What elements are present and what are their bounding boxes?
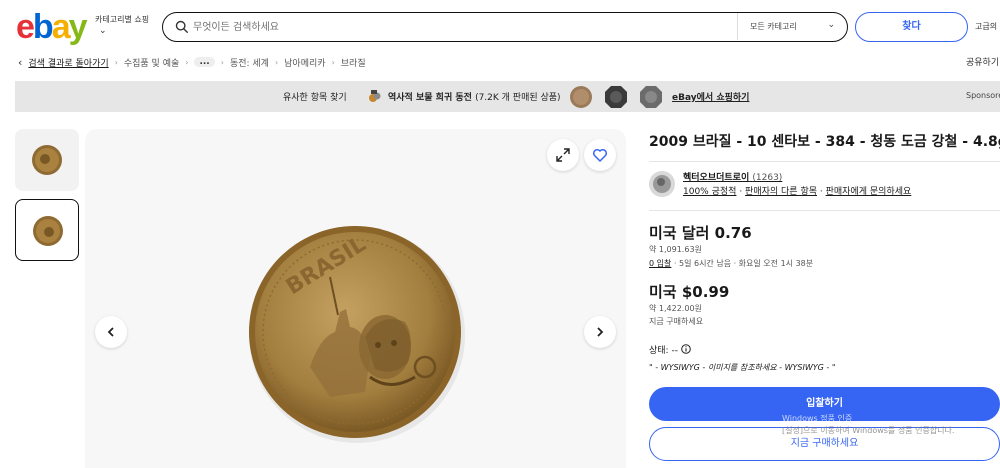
breadcrumb-item[interactable]: 브라질 xyxy=(341,56,366,69)
seller-other-items-link[interactable]: 판매자의 다른 항목 xyxy=(745,187,817,197)
info-icon[interactable] xyxy=(681,344,691,354)
chevron-down-icon: ⌄ xyxy=(99,26,107,36)
buy-now-label: 지금 구매하세요 xyxy=(649,317,704,326)
bid-count-link[interactable]: 0 입찰 xyxy=(649,259,671,268)
seller-name-link[interactable]: 헥터오브더트로이 (1263) xyxy=(683,170,782,183)
coin-image xyxy=(33,216,63,246)
condition-row: 상태: -- xyxy=(649,343,691,356)
breadcrumb-separator: › xyxy=(331,57,335,67)
expand-icon xyxy=(556,148,570,162)
category-select[interactable]: 모든 카테고리 ⌄ xyxy=(737,13,847,40)
sponsored-banner[interactable]: 유사한 항목 찾기 역사적 보물 희귀 동전 (7.2K 개 판매된 상품) e… xyxy=(15,81,1000,112)
sponsored-label: Sponsored xyxy=(966,91,1000,100)
breadcrumb-separator: › xyxy=(114,57,118,67)
ebay-logo[interactable]: ebay xyxy=(16,10,88,44)
condition-note: " - WYSIWYG - 이미지를 참조하세요 - WYSIWYG - " xyxy=(649,363,836,372)
coin-thumbnail[interactable] xyxy=(569,85,593,109)
breadcrumb-separator: › xyxy=(274,57,279,67)
find-similar-label: 유사한 항목 찾기 xyxy=(283,93,347,103)
breadcrumb-item[interactable]: 남아메리카 xyxy=(284,56,325,69)
current-bid-price: 미국 달러 0.76 xyxy=(649,224,752,242)
place-bid-button[interactable]: 입찰하기 xyxy=(649,387,1000,421)
seller-links: 100% 긍정적 · 판매자의 다른 항목 · 판매자에게 문의하세요 xyxy=(683,187,912,197)
category-shop-button[interactable]: 카테고리별 쇼핑 xyxy=(95,15,151,25)
contact-seller-link[interactable]: 판매자에게 문의하세요 xyxy=(826,187,912,197)
breadcrumb: ‹ 검색 결과로 돌아가기 › 수집품 및 예술 › ... › 동전: 세계 … xyxy=(18,54,366,70)
condition-value: -- xyxy=(671,346,678,356)
breadcrumb-item[interactable]: 동전: 세계 xyxy=(230,56,269,69)
coin-image xyxy=(32,145,62,175)
previous-image-button[interactable] xyxy=(95,316,127,348)
main-image-viewer[interactable]: BRASIL xyxy=(85,129,626,468)
listing-title: 2009 브라질 - 10 센타보 - 384 - 청동 도금 강철 - 4.8… xyxy=(649,134,1000,150)
breadcrumb-separator: › xyxy=(220,57,224,67)
bid-price-approx: 약 1,091.63원 xyxy=(649,245,702,254)
shop-on-ebay-link[interactable]: eBay에서 쇼핑하기 xyxy=(672,90,749,103)
coin-thumbnail[interactable] xyxy=(604,85,628,109)
condition-label: 상태: xyxy=(649,346,669,356)
chevron-left-icon[interactable]: ‹ xyxy=(18,56,22,69)
watch-button[interactable] xyxy=(584,139,616,171)
next-image-button[interactable] xyxy=(584,316,616,348)
search-input[interactable] xyxy=(193,16,733,38)
buy-it-now-button[interactable]: 지금 구매하세요 xyxy=(649,427,1000,461)
back-to-results-link[interactable]: 검색 결과로 돌아가기 xyxy=(28,56,108,69)
advanced-search-link[interactable]: 고급의 xyxy=(975,21,997,32)
heart-icon xyxy=(592,148,608,162)
gallery-thumbnail[interactable] xyxy=(15,129,79,191)
treasure-icon xyxy=(369,90,381,102)
buy-price-approx: 약 1,422.00원 xyxy=(649,304,702,313)
seller-avatar[interactable] xyxy=(649,171,675,197)
breadcrumb-separator: › xyxy=(185,57,189,67)
divider xyxy=(649,210,1000,211)
chevron-down-icon: ⌄ xyxy=(827,20,835,30)
coin-thumbnail[interactable] xyxy=(639,85,663,109)
header: ebay 카테고리별 쇼핑 ⌄ 모든 카테고리 ⌄ 찾다 고급의 xyxy=(0,0,1000,52)
divider xyxy=(649,161,1000,162)
seller-avatar-image xyxy=(649,171,675,197)
buy-now-price: 미국 $0.99 xyxy=(649,283,730,301)
share-link[interactable]: 공유하기 xyxy=(966,55,999,68)
bid-info: 0 입찰 · 5일 6시간 남음 · 화요일 오전 1시 38분 xyxy=(649,259,814,268)
gallery-thumbnail-selected[interactable] xyxy=(15,199,79,261)
search-button[interactable]: 찾다 xyxy=(855,12,968,42)
seller-feedback-link[interactable]: 100% 긍정적 xyxy=(683,187,736,197)
sponsored-title[interactable]: 역사적 보물 희귀 동전 (7.2K 개 판매된 상품) xyxy=(388,90,561,103)
search-bar: 모든 카테고리 ⌄ xyxy=(162,12,848,42)
chevron-right-icon xyxy=(597,327,604,337)
expand-button[interactable] xyxy=(547,139,579,171)
coin-image: BRASIL xyxy=(249,226,465,443)
breadcrumb-item[interactable]: 수집품 및 예술 xyxy=(124,56,179,69)
chevron-left-icon xyxy=(107,327,114,337)
breadcrumb-more-button[interactable]: ... xyxy=(194,57,215,67)
search-icon xyxy=(175,20,188,33)
